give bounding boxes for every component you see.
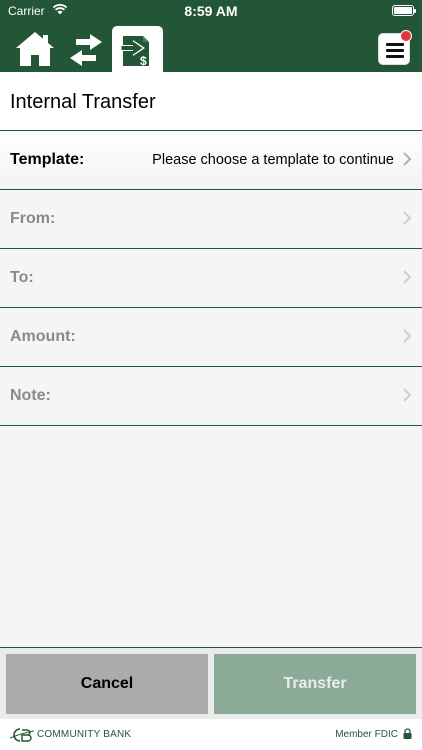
amount-label: Amount:: [10, 328, 76, 345]
to-label: To:: [10, 269, 34, 286]
chevron-right-icon: [403, 211, 412, 225]
page-title: Internal Transfer: [10, 91, 156, 113]
battery-icon: [392, 5, 416, 16]
chevron-right-icon: [403, 388, 412, 402]
status-bar: Carrier 8:59 AM: [0, 0, 422, 22]
template-label: Template:: [10, 151, 85, 168]
from-row[interactable]: From:: [0, 190, 422, 249]
transfer-dollar-icon: $: [120, 36, 149, 68]
note-row[interactable]: Note:: [0, 367, 422, 426]
clock: 8:59 AM: [184, 3, 238, 19]
nav-bar: $: [0, 22, 422, 72]
from-label: From:: [10, 210, 56, 227]
lock-icon: [403, 728, 412, 739]
internal-transfer-tab[interactable]: $: [112, 26, 163, 72]
chevron-right-icon: [403, 329, 412, 343]
brand-footer: COMMUNITY BANK Member FDIC: [0, 719, 422, 750]
transfers-button[interactable]: [68, 32, 104, 68]
swap-arrows-icon: [70, 34, 102, 66]
amount-row[interactable]: Amount:: [0, 308, 422, 367]
action-bar: Cancel Transfer: [0, 647, 422, 719]
home-button[interactable]: [14, 30, 56, 68]
template-value: Please choose a template to continue: [152, 152, 394, 168]
note-label: Note:: [10, 387, 51, 404]
transfer-button[interactable]: Transfer: [214, 654, 416, 714]
fdic-label: Member FDIC: [335, 729, 398, 740]
notification-badge: [400, 30, 412, 42]
home-icon: [16, 32, 54, 66]
svg-text:$: $: [140, 54, 147, 68]
hamburger-menu-icon: [386, 43, 404, 61]
chevron-right-icon: [403, 152, 412, 166]
bank-logo-icon: [10, 728, 34, 742]
transfer-form: Template: Please choose a template to co…: [0, 131, 422, 426]
menu-button[interactable]: [378, 30, 412, 65]
cancel-button[interactable]: Cancel: [6, 654, 208, 714]
chevron-right-icon: [403, 270, 412, 284]
template-row[interactable]: Template: Please choose a template to co…: [0, 131, 422, 190]
bank-name: COMMUNITY BANK: [37, 729, 132, 740]
to-row[interactable]: To:: [0, 249, 422, 308]
page-header: Internal Transfer: [0, 72, 422, 131]
